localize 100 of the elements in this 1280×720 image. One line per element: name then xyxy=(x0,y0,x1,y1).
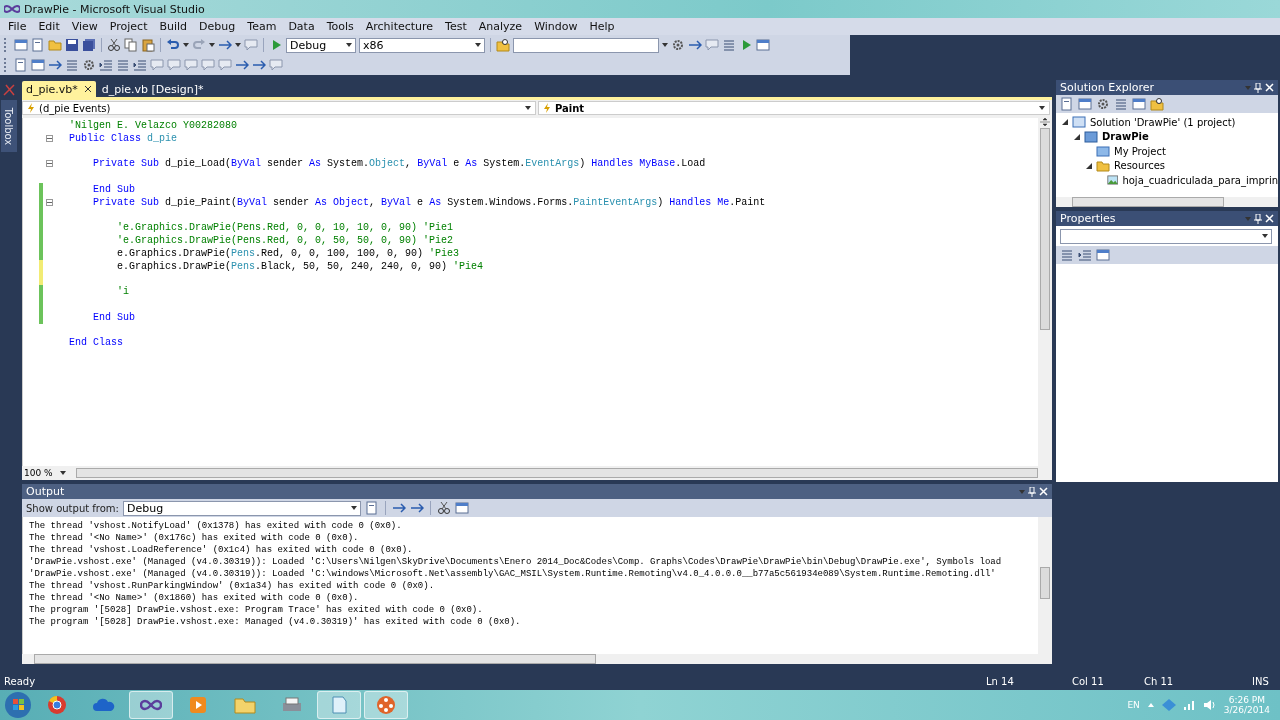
output-line: The thread '<No Name>' (0x176c) has exited with code 0 (0x0). xyxy=(29,532,360,544)
indent-icon[interactable] xyxy=(133,58,147,72)
dropdown-caret-icon[interactable] xyxy=(60,471,66,475)
arrows-icon[interactable] xyxy=(688,38,702,52)
menu-item[interactable]: Help xyxy=(583,20,621,33)
horizontal-scrollbar[interactable] xyxy=(1056,197,1278,207)
cloud-icon[interactable] xyxy=(93,698,115,712)
window-icon[interactable] xyxy=(756,38,770,52)
arrows-icon[interactable] xyxy=(409,501,424,515)
window-icon[interactable] xyxy=(1132,97,1146,111)
dropdown-caret-icon[interactable] xyxy=(475,43,481,47)
menu-item[interactable]: File xyxy=(2,20,33,33)
dropdown-caret-icon[interactable] xyxy=(235,43,241,47)
document-icon[interactable] xyxy=(31,38,45,52)
media-player-icon[interactable] xyxy=(189,696,207,714)
window-icon[interactable] xyxy=(454,501,469,515)
column-number: Col 11 xyxy=(1072,675,1105,687)
indent-icon[interactable] xyxy=(1078,248,1092,262)
folder-search-icon[interactable] xyxy=(496,38,510,52)
collapse-toggle[interactable] xyxy=(45,160,53,168)
menu-item[interactable]: Project xyxy=(103,20,154,33)
output-line: The thread 'vshost.RunParkingWindow' (0x1a34) has exited with code 0 (0x0). xyxy=(29,580,436,592)
window-icon[interactable] xyxy=(14,38,28,52)
menu-item[interactable]: Team xyxy=(241,20,283,33)
menu-item[interactable]: Test xyxy=(439,20,473,33)
indent-icon[interactable] xyxy=(99,58,113,72)
zoom-dropdown[interactable]: 100 % xyxy=(24,467,66,479)
scissors-icon[interactable] xyxy=(107,38,121,52)
window-icon[interactable] xyxy=(1078,97,1092,111)
pin-icon[interactable] xyxy=(1254,213,1262,224)
tree-item[interactable]: Solution 'DrawPie' (1 project) xyxy=(1090,116,1236,128)
collapse-toggle[interactable] xyxy=(45,134,53,142)
scissors-icon[interactable] xyxy=(436,501,451,515)
tree-item[interactable]: DrawPie xyxy=(1102,131,1149,143)
arrows-icon[interactable] xyxy=(391,501,406,515)
arrows-icon[interactable] xyxy=(218,38,232,52)
undo-icon[interactable] xyxy=(166,38,180,52)
document-tab[interactable]: d_pie.vb [Design]* xyxy=(97,81,208,97)
document-icon[interactable] xyxy=(14,58,28,72)
printer-icon[interactable] xyxy=(281,696,303,714)
copy-icon[interactable] xyxy=(124,38,138,52)
method-dropdown[interactable]: Paint xyxy=(538,101,1050,115)
infinity-icon[interactable] xyxy=(140,699,162,711)
class-dropdown[interactable]: (d_pie Events) xyxy=(22,101,536,115)
output-line: The thread '<No Name>' (0x1860) has exited with code 0 (0x0). xyxy=(29,592,360,604)
film-reel-icon[interactable] xyxy=(376,695,396,715)
dropdown-caret-icon[interactable] xyxy=(209,43,215,47)
dropdown-caret-icon[interactable] xyxy=(662,43,668,47)
char-number: Ch 11 xyxy=(1144,675,1175,687)
expander-icon[interactable] xyxy=(1086,162,1092,169)
scrollbar-thumb[interactable] xyxy=(1040,567,1050,599)
clipboard-icon[interactable] xyxy=(141,38,155,52)
collapse-toggle[interactable] xyxy=(45,198,53,206)
menu-item[interactable]: Window xyxy=(528,20,584,33)
document-icon[interactable] xyxy=(364,501,379,515)
pin-icon[interactable] xyxy=(1254,82,1262,93)
image-icon xyxy=(1106,173,1119,188)
menu-item[interactable]: Architecture xyxy=(359,20,440,33)
configuration-dropdown[interactable]: Debug xyxy=(286,37,356,53)
stacked-disks-icon[interactable] xyxy=(82,38,96,52)
menu-item[interactable]: Data xyxy=(282,20,321,33)
start-button-icon[interactable] xyxy=(4,691,32,719)
window-icon[interactable] xyxy=(31,58,45,72)
circle-logo-icon[interactable] xyxy=(47,695,67,715)
menu-item[interactable]: Debug xyxy=(193,20,242,33)
find-field[interactable] xyxy=(513,37,659,53)
dropdown-caret-icon[interactable] xyxy=(183,43,189,47)
folder-search-icon[interactable] xyxy=(1150,97,1164,111)
menu-item[interactable]: Build xyxy=(153,20,194,33)
menu-item[interactable]: Analyze xyxy=(472,20,529,33)
output-source-dropdown[interactable]: Debug xyxy=(122,500,361,516)
output-source-label: Show output from: xyxy=(26,502,119,514)
pin-icon[interactable] xyxy=(1028,486,1036,497)
close-icon[interactable] xyxy=(83,85,92,93)
scrollbar-thumb[interactable] xyxy=(1040,128,1050,330)
document-icon[interactable] xyxy=(1060,97,1074,111)
code-line: End Sub xyxy=(92,311,135,323)
toolbox-tab[interactable]: Toolbox xyxy=(1,100,17,152)
code-line: 'i xyxy=(116,286,129,298)
dropdown-caret-icon[interactable] xyxy=(1039,106,1045,110)
menu-item[interactable]: Tools xyxy=(320,20,360,33)
dropdown-caret-icon[interactable] xyxy=(1262,234,1268,238)
horizontal-scrollbar[interactable] xyxy=(22,654,1052,664)
dropdown-caret-icon[interactable] xyxy=(350,506,357,510)
dropdown-caret-icon[interactable] xyxy=(346,43,352,47)
tree-item[interactable]: Resources xyxy=(1114,160,1166,172)
status-message: Ready xyxy=(4,675,37,687)
code-line: e.Graphics.DrawPie(Pens.Red, 0, 0, 100, 100, 0, 90) 'Pie3 xyxy=(116,247,460,259)
window-icon[interactable] xyxy=(1096,248,1110,262)
tree-item[interactable]: My Project xyxy=(1114,145,1166,157)
menu-item[interactable]: Edit xyxy=(32,20,66,33)
document-tab[interactable]: d_pie.vb* xyxy=(22,81,96,97)
arrows-icon[interactable] xyxy=(252,58,266,72)
tree-item[interactable]: hoja_cuadriculada_para_imprin xyxy=(1122,174,1278,186)
arrows-icon[interactable] xyxy=(235,58,249,72)
dropdown-caret-icon[interactable] xyxy=(525,106,531,110)
arrows-icon[interactable] xyxy=(48,58,62,72)
project-icon xyxy=(1084,129,1098,144)
menu-item[interactable]: View xyxy=(65,20,104,33)
platform-dropdown[interactable]: x86 xyxy=(359,37,485,53)
